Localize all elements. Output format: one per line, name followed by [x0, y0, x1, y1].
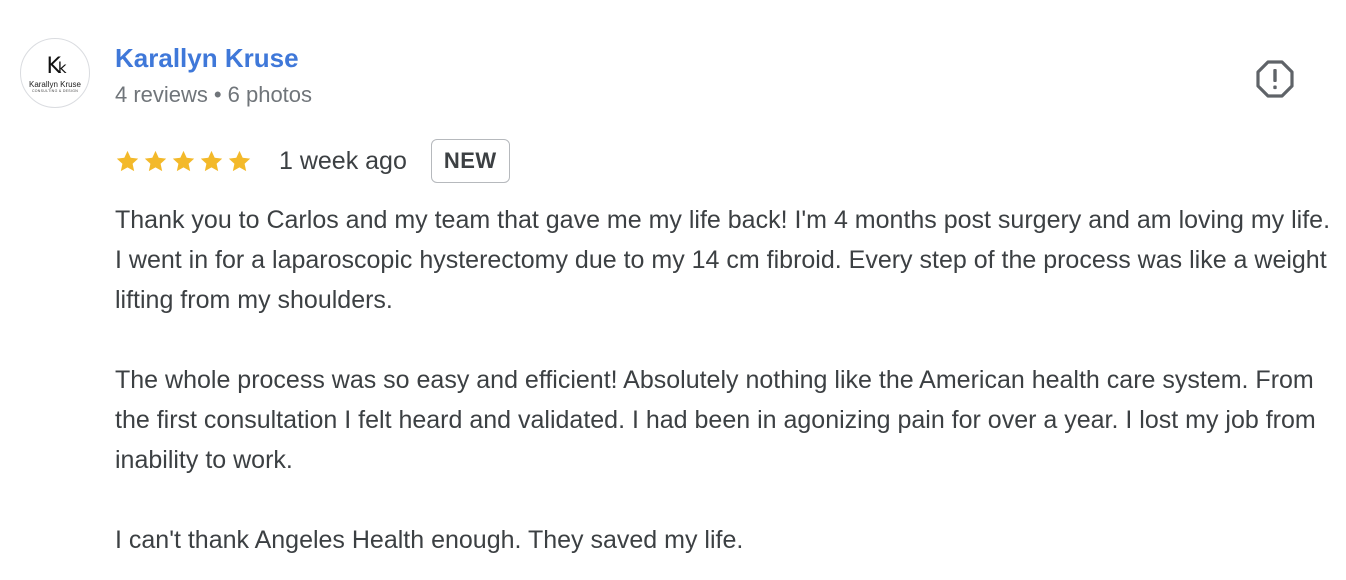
review-count: 4 reviews — [115, 82, 208, 107]
star-rating — [115, 149, 252, 174]
review-paragraph: The whole process was so easy and effici… — [115, 366, 1316, 474]
review-card: Kk Karallyn Kruse CONSULTING & DESIGN Ka… — [0, 0, 1346, 580]
review-paragraph: Thank you to Carlos and my team that gav… — [115, 206, 1331, 314]
new-badge: NEW — [430, 139, 510, 183]
avatar-logo-subtitle: CONSULTING & DESIGN — [31, 89, 79, 93]
star-icon — [200, 150, 223, 171]
reviewer-name-link[interactable]: Karallyn Kruse — [115, 42, 299, 74]
star-icon — [116, 150, 139, 171]
report-review-button[interactable] — [1256, 60, 1294, 98]
review-paragraph: I can't thank Angeles Health enough. The… — [115, 526, 744, 554]
star-icon — [144, 150, 167, 171]
star-icon — [228, 150, 251, 171]
rating-row: 1 week ago NEW — [115, 138, 510, 184]
star-icon — [172, 150, 195, 171]
avatar[interactable]: Kk Karallyn Kruse CONSULTING & DESIGN — [20, 38, 90, 108]
report-flag-icon — [1256, 60, 1294, 98]
review-time: 1 week ago — [279, 147, 407, 175]
meta-separator: • — [213, 82, 222, 107]
reviewer-meta: 4 reviews • 6 photos — [115, 81, 312, 109]
review-text: Thank you to Carlos and my team that gav… — [115, 200, 1335, 560]
photo-count: 6 photos — [227, 82, 313, 107]
avatar-logo-mark: Kk — [46, 54, 66, 79]
avatar-logo-name: Karallyn Kruse — [28, 80, 82, 89]
